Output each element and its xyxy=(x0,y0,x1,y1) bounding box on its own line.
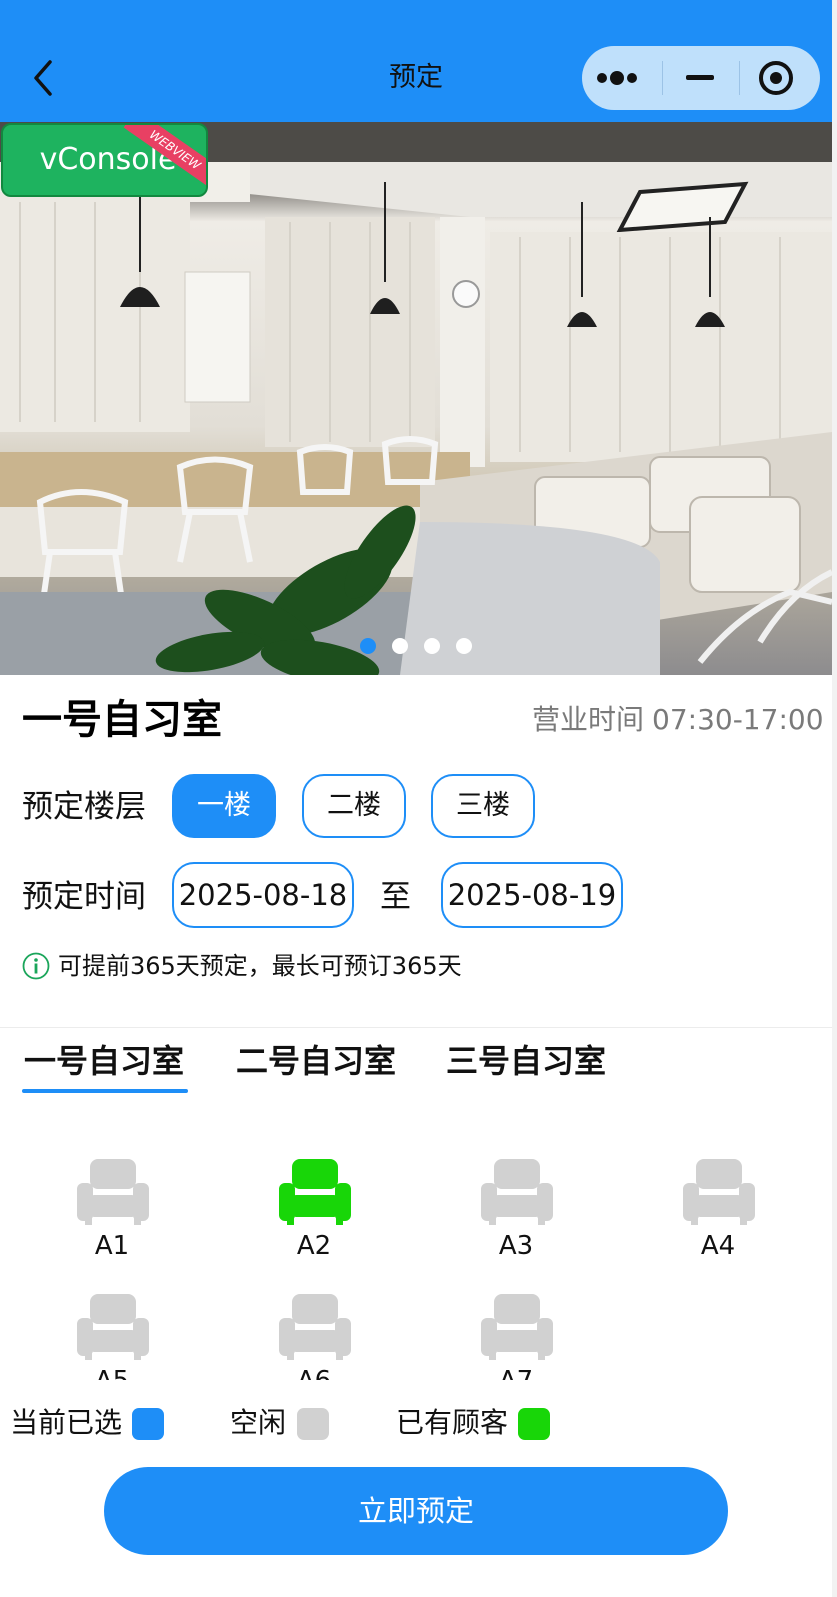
hours-label: 营业时间 xyxy=(532,703,645,736)
seat-a6[interactable]: A6 xyxy=(254,1294,374,1380)
armchair-icon xyxy=(481,1159,553,1225)
seat-a2[interactable]: A2 xyxy=(254,1159,374,1279)
seat-a5[interactable]: A5 xyxy=(52,1294,172,1380)
capsule-divider xyxy=(662,61,663,95)
hours-value: 07:30-17:00 xyxy=(652,703,824,736)
close-miniprogram-button[interactable] xyxy=(742,46,820,110)
legend-swatch xyxy=(518,1408,550,1440)
app-screen: 预定 vConsole WEBVIEW 一号自习室 营业时间 07:30-17:… xyxy=(0,0,832,1597)
seat-label: A6 xyxy=(254,1364,374,1380)
seat-grid: A1 A2 A3 A4 A5 A6 A7 xyxy=(0,1100,832,1380)
capsule-divider xyxy=(739,61,740,95)
legend-label: 空闲 xyxy=(230,1406,287,1439)
seat-a7[interactable]: A7 xyxy=(456,1294,576,1380)
seat-label: A4 xyxy=(700,1231,736,1261)
business-hours: 营业时间 07:30-17:00 xyxy=(532,700,824,740)
floor-label: 预定楼层 xyxy=(22,789,146,825)
seat-label: A3 xyxy=(498,1231,534,1261)
seat-a4[interactable]: A4 xyxy=(658,1159,778,1279)
mini-program-capsule xyxy=(582,46,820,110)
tab-room-2[interactable]: 二号自习室 xyxy=(236,1038,396,1084)
nav-bar: 预定 xyxy=(0,0,832,122)
legend-swatch xyxy=(132,1408,164,1440)
seat-a1[interactable]: A1 xyxy=(52,1159,172,1279)
active-tab-indicator xyxy=(22,1089,188,1093)
floor-option-2[interactable]: 二楼 xyxy=(302,774,406,838)
legend-selected: 当前已选 xyxy=(10,1403,170,1443)
armchair-icon xyxy=(77,1294,149,1360)
seat-label: A2 xyxy=(296,1231,332,1261)
tab-room-1[interactable]: 一号自习室 xyxy=(24,1038,184,1084)
tab-room-3[interactable]: 三号自习室 xyxy=(446,1038,606,1084)
carousel-indicator xyxy=(0,638,832,654)
notice-text: 可提前365天预定，最长可预订365天 xyxy=(58,952,462,980)
booking-time-label: 预定时间 xyxy=(22,879,146,915)
floor-option-1[interactable]: 一楼 xyxy=(172,774,276,838)
end-date-picker[interactable]: 2025-08-19 xyxy=(441,862,623,928)
legend-free: 空闲 xyxy=(230,1403,330,1443)
minimize-button[interactable] xyxy=(666,46,738,110)
carousel-dot[interactable] xyxy=(424,638,440,654)
legend-swatch xyxy=(297,1408,329,1440)
book-now-button[interactable]: 立即预定 xyxy=(104,1467,728,1555)
window-edge xyxy=(832,0,837,1597)
legend-occupied: 已有顾客 xyxy=(396,1403,556,1443)
legend-label: 当前已选 xyxy=(10,1406,123,1439)
armchair-icon xyxy=(279,1159,351,1225)
start-date-picker[interactable]: 2025-08-18 xyxy=(172,862,354,928)
study-room-photo xyxy=(0,122,832,675)
carousel-dot[interactable] xyxy=(456,638,472,654)
section-divider xyxy=(0,1027,832,1028)
date-separator: 至 xyxy=(380,879,411,915)
seat-label: A1 xyxy=(94,1231,130,1261)
seat-a3[interactable]: A3 xyxy=(456,1159,576,1279)
more-dots-icon xyxy=(597,71,637,85)
armchair-icon xyxy=(77,1159,149,1225)
more-button[interactable] xyxy=(582,46,662,110)
legend-label: 已有顾客 xyxy=(396,1406,509,1439)
seat-label: A5 xyxy=(52,1364,172,1380)
armchair-icon xyxy=(683,1159,755,1225)
carousel-dot[interactable] xyxy=(360,638,376,654)
room-title: 一号自习室 xyxy=(22,697,222,743)
armchair-icon xyxy=(481,1294,553,1360)
minus-icon xyxy=(686,75,714,80)
target-circle-icon xyxy=(759,61,793,95)
carousel-dot[interactable] xyxy=(392,638,408,654)
banner-carousel[interactable] xyxy=(0,122,832,675)
seat-label: A7 xyxy=(456,1364,576,1380)
vconsole-button[interactable]: vConsole WEBVIEW xyxy=(1,123,208,197)
armchair-icon xyxy=(279,1294,351,1360)
info-icon xyxy=(22,952,50,980)
floor-option-3[interactable]: 三楼 xyxy=(431,774,535,838)
